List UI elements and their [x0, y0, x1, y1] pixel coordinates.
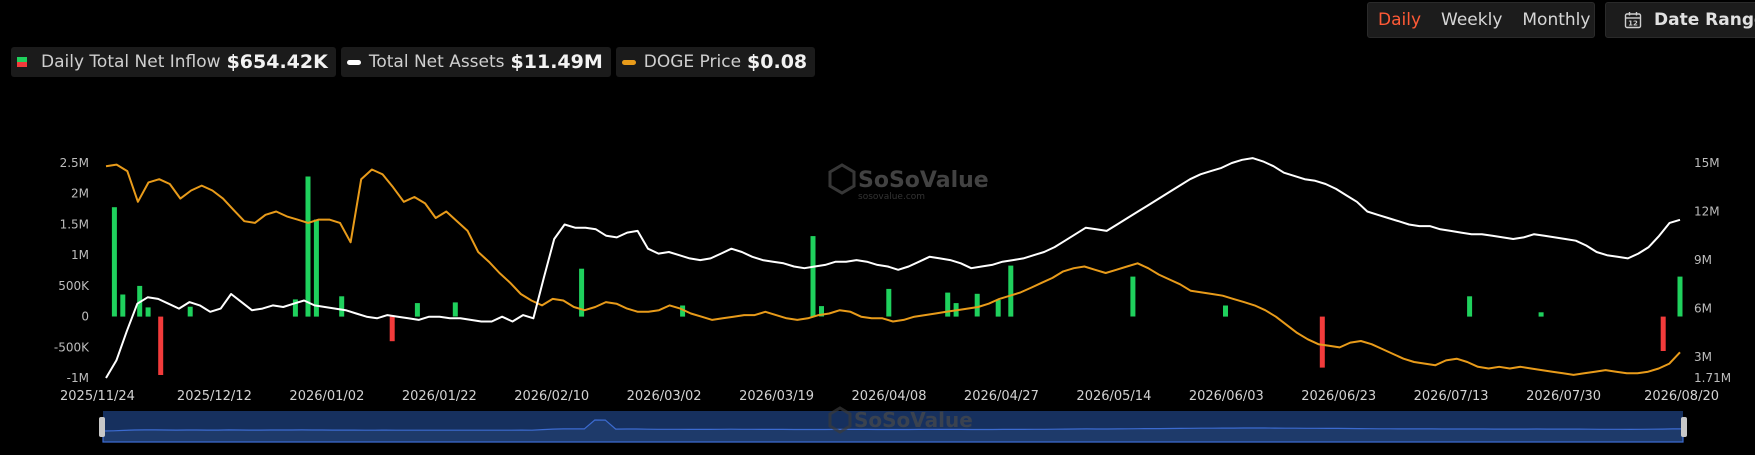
inflow-bar[interactable] — [145, 307, 151, 317]
inflow-bar[interactable] — [1319, 316, 1325, 368]
left-axis-tick: 1.5M — [60, 217, 89, 231]
left-axis-tick: 500K — [58, 279, 90, 293]
x-axis: 2025/11/24 2025/12/12 2026/01/02 2026/01/22… — [60, 389, 1719, 404]
inflow-bar[interactable] — [111, 207, 117, 317]
inflow-bar[interactable] — [414, 303, 420, 317]
navigator-right-handle[interactable] — [1681, 417, 1687, 437]
inflow-bar[interactable] — [1660, 316, 1666, 351]
inflow-bar[interactable] — [452, 302, 458, 317]
inflow-bar[interactable] — [995, 300, 1001, 317]
x-axis-tick: 2026/06/23 — [1301, 389, 1376, 404]
x-axis-tick: 2026/04/08 — [852, 389, 927, 404]
x-axis-tick: 2026/03/02 — [627, 389, 702, 404]
left-axis-tick: -500K — [54, 340, 90, 354]
inflow-bar[interactable] — [1677, 276, 1683, 317]
right-axis-tick: 9M — [1694, 253, 1712, 267]
inflow-bar[interactable] — [1467, 296, 1473, 317]
inflow-bar[interactable] — [945, 292, 951, 317]
left-axis-tick: 1M — [71, 248, 89, 262]
x-axis-tick: 2026/07/13 — [1414, 389, 1489, 404]
inflow-bar[interactable] — [974, 293, 980, 317]
inflow-bar[interactable] — [810, 236, 816, 317]
x-axis-tick: 2026/06/03 — [1189, 389, 1264, 404]
left-axis-tick: 0 — [81, 310, 89, 324]
x-axis-tick: 2026/07/30 — [1526, 389, 1601, 404]
left-axis: 2.5M 2M 1.5M 1M 500K 0 -500K -1M — [54, 156, 90, 385]
inflow-bar[interactable] — [158, 316, 164, 375]
x-axis-tick: 2026/01/02 — [289, 389, 364, 404]
inflow-bar[interactable] — [1008, 265, 1014, 317]
watermark-site: sosovalue.com — [858, 192, 925, 202]
inflow-bar[interactable] — [1538, 312, 1544, 317]
watermark: SoSoValue sosovalue.com — [828, 163, 989, 202]
x-axis-tick: 2026/04/27 — [964, 389, 1039, 404]
inflow-bar[interactable] — [120, 294, 126, 317]
navigator-left-handle[interactable] — [99, 417, 105, 437]
x-axis-tick: 2026/02/10 — [514, 389, 589, 404]
x-axis-tick: 2026/05/14 — [1076, 389, 1151, 404]
watermark-brand: SoSoValue — [858, 168, 989, 193]
inflow-bar[interactable] — [313, 219, 319, 317]
right-axis-tick: 6M — [1694, 302, 1712, 316]
inflow-bar[interactable] — [886, 288, 892, 317]
x-axis-tick: 2026/08/20 — [1644, 389, 1719, 404]
navigator-watermark-brand: SoSoValue — [854, 408, 973, 432]
inflow-bar[interactable] — [389, 316, 395, 342]
x-axis-tick: 2025/12/12 — [177, 389, 252, 404]
x-axis-tick: 2025/11/24 — [60, 389, 135, 404]
inflow-bar[interactable] — [305, 176, 311, 317]
inflow-bars — [111, 176, 1683, 375]
x-axis-tick: 2026/01/22 — [402, 389, 477, 404]
inflow-bar[interactable] — [339, 296, 345, 317]
x-axis-tick: 2026/03/19 — [739, 389, 814, 404]
right-axis-tick: 15M — [1694, 156, 1720, 170]
left-axis-tick: 2M — [71, 187, 89, 201]
right-axis-tick: 3M — [1694, 350, 1712, 364]
right-axis-tick: 1.71M — [1694, 371, 1731, 385]
inflow-bar[interactable] — [1223, 305, 1228, 317]
right-axis-tick: 12M — [1694, 205, 1720, 219]
inflow-bar[interactable] — [187, 306, 193, 317]
chart-canvas: SoSoValue sosovalue.com 2.5M 2M 1.5M 1M 500K… — [54, 156, 1731, 443]
left-axis-tick: 2.5M — [60, 156, 89, 170]
left-axis-tick: -1M — [67, 371, 89, 385]
inflow-bar[interactable] — [1130, 276, 1136, 317]
right-axis: 15M 12M 9M 6M 3M 1.71M — [1694, 156, 1731, 385]
